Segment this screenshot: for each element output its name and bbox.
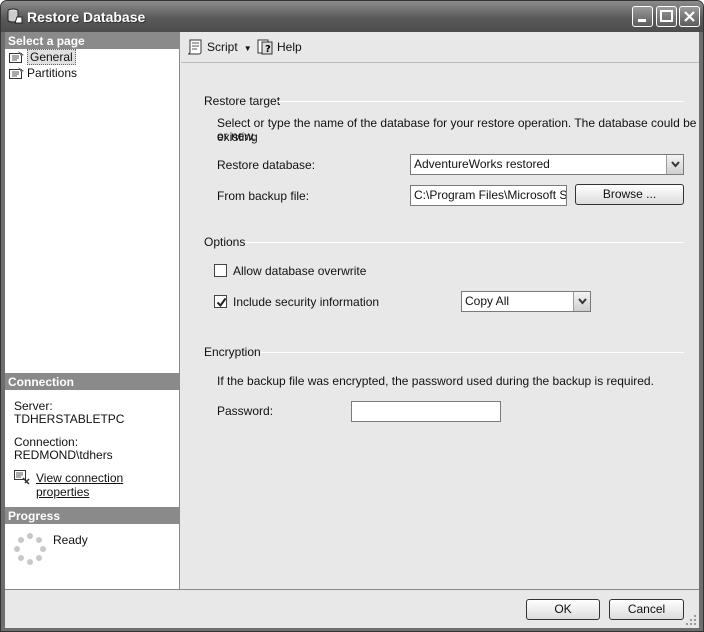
- restore-target-description-cont: or new.: [217, 129, 256, 143]
- resize-grip-icon[interactable]: [685, 614, 697, 626]
- maximize-button[interactable]: [656, 6, 677, 27]
- restore-target-description: Select or type the name of the database …: [217, 116, 697, 144]
- progress-header: Progress: [5, 507, 180, 524]
- page-item-label: General: [27, 49, 76, 65]
- include-security-checkbox[interactable]: [214, 295, 227, 308]
- page-item-general[interactable]: General: [8, 49, 76, 65]
- group-divider: [277, 101, 684, 102]
- minimize-button[interactable]: [632, 6, 653, 27]
- restore-target-group-title: Restore target: [204, 94, 281, 108]
- progress-status: Ready: [53, 533, 88, 547]
- combo-dropdown-button[interactable]: [573, 292, 590, 311]
- window-title: Restore Database: [27, 9, 146, 25]
- encryption-description: If the backup file was encrypted, the pa…: [217, 374, 654, 388]
- chevron-down-icon: [671, 161, 680, 168]
- ok-button[interactable]: OK: [526, 599, 600, 620]
- dialog-client-area: Select a page General Partitions Connect…: [5, 32, 699, 628]
- progress-spinner-icon: [14, 533, 46, 565]
- close-icon: [684, 11, 695, 22]
- help-icon: ?: [257, 39, 273, 55]
- group-divider: [261, 352, 684, 353]
- from-backup-file-label: From backup file:: [217, 189, 310, 203]
- dialog-button-bar: OK Cancel: [5, 589, 699, 628]
- maximize-icon: [660, 10, 673, 22]
- svg-text:?: ?: [265, 44, 271, 55]
- allow-overwrite-checkbox[interactable]: [214, 264, 227, 277]
- cancel-button[interactable]: Cancel: [609, 599, 684, 620]
- encryption-group-title: Encryption: [204, 345, 261, 359]
- connection-value: REDMOND\tdhers: [14, 448, 113, 462]
- browse-button[interactable]: Browse ...: [575, 184, 684, 205]
- page-icon: [9, 51, 24, 63]
- database-restore-icon: [7, 8, 23, 24]
- restore-database-window: Restore Database Select a page General P…: [0, 0, 704, 632]
- left-pane: Select a page General Partitions Connect…: [5, 32, 180, 589]
- minimize-icon: [638, 19, 646, 22]
- connection-label: Connection:: [14, 435, 79, 449]
- close-button[interactable]: [679, 6, 700, 27]
- password-input[interactable]: [351, 401, 501, 422]
- restore-database-label: Restore database:: [217, 158, 316, 172]
- restore-database-combo[interactable]: AdventureWorks restored: [410, 154, 684, 175]
- select-page-header: Select a page: [5, 32, 180, 49]
- page-item-partitions[interactable]: Partitions: [8, 66, 77, 81]
- general-page-content: Restore target Select or type the name o…: [181, 64, 699, 589]
- script-icon: [187, 39, 202, 55]
- help-button[interactable]: ? Help: [257, 39, 302, 55]
- page-item-label: Partitions: [27, 66, 78, 80]
- checkmark-icon: [216, 297, 227, 308]
- combo-dropdown-button[interactable]: [666, 155, 683, 174]
- options-group-title: Options: [204, 235, 246, 249]
- backup-file-path-input[interactable]: C:\Program Files\Microsoft SQL: [410, 185, 567, 206]
- password-label: Password:: [217, 404, 274, 418]
- security-mode-combo[interactable]: Copy All: [461, 291, 591, 312]
- chevron-down-icon: [578, 298, 587, 305]
- server-value: TDHERSTABLETPC: [14, 412, 125, 426]
- toolbar: Script ▼ ? Help: [181, 32, 699, 63]
- properties-icon: [14, 470, 30, 485]
- chevron-down-icon[interactable]: ▼: [244, 44, 252, 53]
- page-icon: [9, 67, 24, 79]
- server-label: Server:: [14, 399, 53, 413]
- include-security-label: Include security information: [233, 295, 380, 309]
- title-bar[interactable]: Restore Database: [1, 1, 703, 32]
- script-button[interactable]: Script ▼: [187, 39, 252, 55]
- group-divider: [246, 242, 684, 243]
- view-connection-properties-link[interactable]: View connection properties: [14, 470, 179, 499]
- connection-header: Connection: [5, 373, 180, 390]
- allow-overwrite-label: Allow database overwrite: [233, 264, 367, 278]
